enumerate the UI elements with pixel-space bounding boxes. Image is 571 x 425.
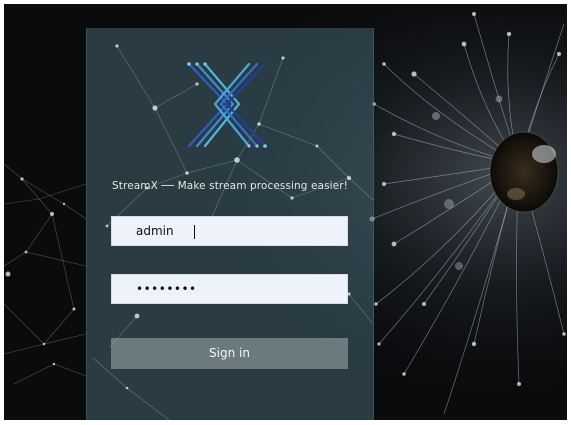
login-panel: StreamX ── Make stream processing easier… — [86, 28, 374, 420]
sign-in-button[interactable]: Sign in — [111, 338, 348, 369]
username-field[interactable] — [111, 216, 348, 246]
text-cursor — [194, 225, 195, 239]
app-tagline: StreamX ── Make stream processing easier… — [112, 180, 348, 192]
password-field[interactable] — [111, 274, 348, 304]
streamx-logo — [187, 62, 267, 148]
login-screen: StreamX ── Make stream processing easier… — [4, 4, 567, 420]
password-input[interactable] — [112, 275, 347, 303]
username-input[interactable] — [112, 217, 347, 245]
